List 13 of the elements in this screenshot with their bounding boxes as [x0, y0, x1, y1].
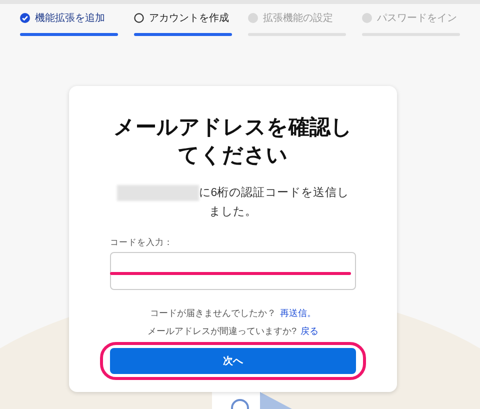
- help-text: コードが届きませんでしたか？: [150, 306, 276, 320]
- step-label: パスワードをイン: [377, 12, 457, 26]
- step-label: 拡張機能の設定: [263, 12, 333, 26]
- step-label: アカウントを作成: [149, 12, 229, 26]
- next-button[interactable]: 次へ: [110, 348, 356, 374]
- help-text: メールアドレスが間違っていますか?: [147, 325, 296, 338]
- code-input-field[interactable]: [110, 252, 356, 290]
- text-link[interactable]: 再送信。: [280, 306, 316, 320]
- title: メールアドレスを確認してください: [112, 115, 354, 169]
- message: に6桁の認証コードを送信しました。: [198, 187, 350, 218]
- step-label: 機能拡張を追加: [35, 12, 105, 26]
- text-link[interactable]: 戻る: [300, 325, 318, 339]
- field-label: コードを入力：: [110, 236, 173, 249]
